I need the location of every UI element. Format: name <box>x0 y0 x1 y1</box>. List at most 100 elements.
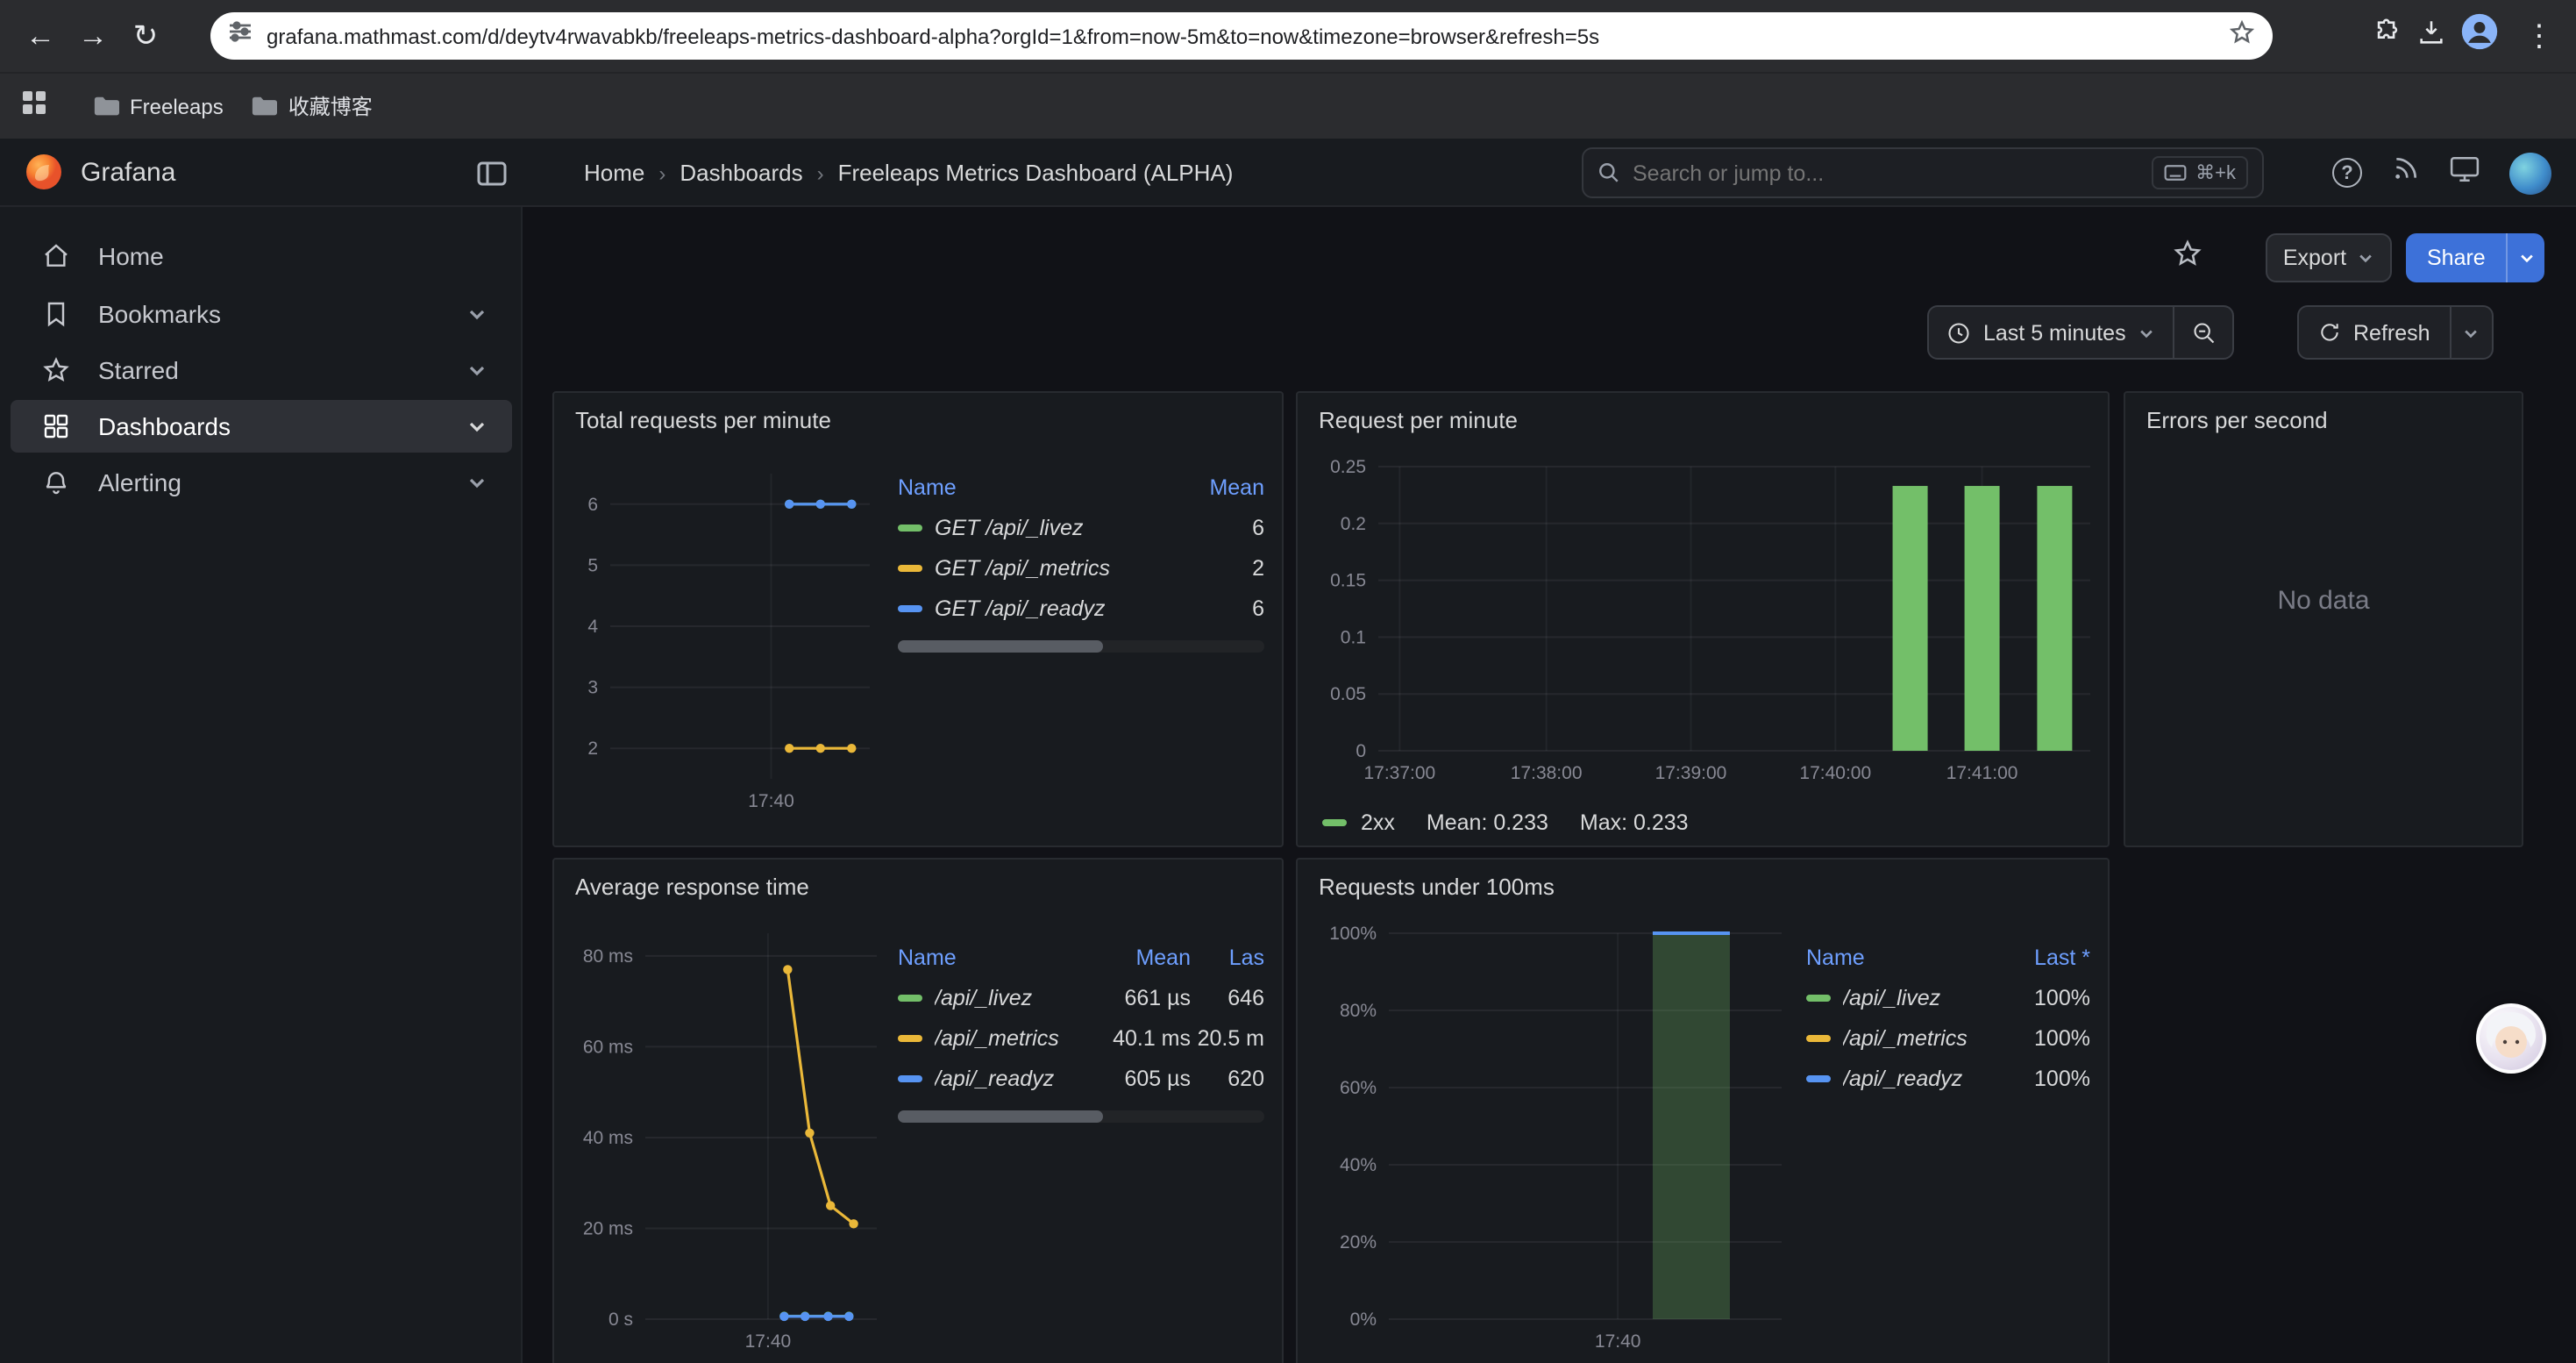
profile-avatar[interactable] <box>2460 12 2499 60</box>
download-icon[interactable] <box>2416 17 2446 55</box>
chevron-down-icon[interactable] <box>466 303 487 325</box>
breadcrumb-home[interactable]: Home <box>584 160 644 186</box>
favorite-star-icon[interactable] <box>2173 239 2202 277</box>
rss-icon[interactable] <box>2392 154 2420 191</box>
export-button[interactable]: Export <box>2266 233 2392 282</box>
legend-row[interactable]: /api/_readyz 100% <box>1806 1058 2090 1098</box>
series-swatch <box>898 524 922 531</box>
legend-header-name[interactable]: Name <box>1806 945 2006 969</box>
refresh-button-group: Refresh <box>2297 305 2494 360</box>
chevron-down-icon[interactable] <box>466 360 487 381</box>
search-input[interactable] <box>1633 161 2139 185</box>
legend-row[interactable]: GET /api/_readyz 6 <box>898 588 1264 628</box>
chevron-down-icon[interactable] <box>466 472 487 493</box>
legend-header-last[interactable]: Last * <box>2006 945 2090 969</box>
dashboards-icon <box>42 412 70 440</box>
panel-title[interactable]: Requests under 100ms <box>1319 874 1555 900</box>
panel-title[interactable]: Average response time <box>575 874 809 900</box>
help-icon[interactable]: ? <box>2332 158 2362 188</box>
panel-errors-per-second[interactable]: Errors per second No data <box>2124 391 2523 847</box>
user-avatar[interactable] <box>2509 152 2551 194</box>
browser-menu-icon[interactable]: ⋮ <box>2513 10 2565 62</box>
panel-requests-under-100ms[interactable]: Requests under 100ms 17:400%20%40%60%80%… <box>1296 858 2110 1363</box>
bookmark-star-icon[interactable] <box>2229 18 2255 54</box>
legend-inline[interactable]: 2xx Mean: 0.233 Max: 0.233 <box>1322 810 1689 835</box>
grafana-logo-icon <box>25 153 63 191</box>
floating-avatar[interactable] <box>2476 1003 2546 1074</box>
panel-request-per-minute[interactable]: Request per minute 17:37:0017:38:0017:39… <box>1296 391 2110 847</box>
legend-row[interactable]: /api/_readyz 605 µs 620 <box>898 1058 1264 1098</box>
brand[interactable]: Grafana <box>0 153 438 191</box>
refresh-interval-button[interactable] <box>2450 307 2492 358</box>
bookmark-freeleaps[interactable]: Freeleaps <box>79 87 238 125</box>
under-100ms-chart[interactable]: 17:400%20%40%60%80%100% <box>1308 923 1792 1363</box>
forward-icon[interactable]: → <box>67 10 119 62</box>
apps-grid-icon[interactable] <box>21 89 47 124</box>
keyboard-icon <box>2164 165 2187 181</box>
legend-row[interactable]: GET /api/_metrics 2 <box>898 547 1264 588</box>
series-swatch <box>1806 1034 1831 1041</box>
panel-total-requests[interactable]: Total requests per minute 17:4023456 Nam… <box>552 391 1284 847</box>
panel-avg-response-time[interactable]: Average response time 17:400 s20 ms40 ms… <box>552 858 1284 1363</box>
legend-table: Name Mean GET /api/_livez 6 GET /api/_me… <box>898 467 1264 653</box>
monitor-icon[interactable] <box>2450 155 2480 190</box>
sidebar-item-home[interactable]: Home <box>11 230 512 282</box>
panel-title[interactable]: Errors per second <box>2146 407 2328 433</box>
sidebar-item-starred[interactable]: Starred <box>11 344 512 396</box>
request-per-minute-chart[interactable]: 17:37:0017:38:0017:39:0017:40:0017:41:00… <box>1308 453 2101 796</box>
svg-text:60 ms: 60 ms <box>583 1037 633 1057</box>
avg-response-chart[interactable]: 17:400 s20 ms40 ms60 ms80 ms <box>565 923 884 1363</box>
legend-row[interactable]: /api/_metrics 40.1 ms 20.5 m <box>898 1017 1264 1058</box>
scrollbar-thumb[interactable] <box>898 1110 1103 1123</box>
legend-header-name[interactable]: Name <box>898 945 1082 969</box>
series-swatch <box>898 994 922 1001</box>
legend-header-last[interactable]: Las <box>1191 945 1264 969</box>
folder-icon <box>252 95 278 118</box>
svg-text:0%: 0% <box>1350 1309 1377 1330</box>
zoom-out-button[interactable] <box>2174 307 2233 358</box>
url-bar[interactable] <box>210 12 2273 60</box>
svg-text:0: 0 <box>1356 741 1366 761</box>
sidebar-item-alerting[interactable]: Alerting <box>11 456 512 509</box>
share-button[interactable]: Share <box>2406 233 2507 282</box>
panel-title[interactable]: Request per minute <box>1319 407 1518 433</box>
legend-row[interactable]: /api/_livez 661 µs 646 <box>898 977 1264 1017</box>
refresh-button[interactable]: Refresh <box>2299 307 2450 358</box>
legend-row[interactable]: /api/_metrics 100% <box>1806 1017 2090 1058</box>
series-swatch <box>1806 994 1831 1001</box>
panel-title[interactable]: Total requests per minute <box>575 407 831 433</box>
extensions-icon[interactable] <box>2373 17 2402 55</box>
svg-text:2: 2 <box>587 739 598 759</box>
legend-scrollbar[interactable] <box>898 1110 1264 1123</box>
legend-row[interactable]: /api/_livez 100% <box>1806 977 2090 1017</box>
legend-scrollbar[interactable] <box>898 640 1264 653</box>
breadcrumb-dashboards[interactable]: Dashboards <box>680 160 802 186</box>
site-settings-icon[interactable] <box>228 19 253 53</box>
back-icon[interactable]: ← <box>14 10 67 62</box>
no-data-message: No data <box>2125 586 2522 616</box>
zoom-out-icon <box>2192 320 2217 345</box>
share-menu-button[interactable] <box>2507 233 2545 282</box>
scrollbar-thumb[interactable] <box>898 640 1103 653</box>
series-swatch <box>898 1034 922 1041</box>
legend-max: Max: 0.233 <box>1580 810 1689 835</box>
svg-text:80%: 80% <box>1340 1001 1377 1021</box>
collapse-sidebar-icon[interactable] <box>470 153 512 195</box>
bookmark-blog[interactable]: 收藏博客 <box>238 84 387 128</box>
total-requests-chart[interactable]: 17:4023456 <box>565 460 880 824</box>
sidebar-item-dashboards[interactable]: Dashboards <box>11 400 512 453</box>
search-box[interactable]: ⌘+k <box>1582 147 2264 198</box>
legend-row[interactable]: GET /api/_livez 6 <box>898 507 1264 547</box>
legend-header-mean[interactable]: Mean <box>1082 945 1191 969</box>
url-input[interactable] <box>267 24 2229 48</box>
bookmark-label: 收藏博客 <box>288 91 373 121</box>
chevron-down-icon[interactable] <box>466 416 487 437</box>
sidebar-item-bookmarks[interactable]: Bookmarks <box>11 288 512 340</box>
bookmarks-bar: Freeleaps 收藏博客 <box>0 72 2576 139</box>
legend-header-mean[interactable]: Mean <box>1184 475 1264 499</box>
legend-header-name[interactable]: Name <box>898 475 1184 499</box>
svg-text:17:40: 17:40 <box>1595 1331 1641 1352</box>
time-range-button[interactable]: Last 5 minutes <box>1929 307 2174 358</box>
breadcrumb-current: Freeleaps Metrics Dashboard (ALPHA) <box>838 160 1234 186</box>
reload-icon[interactable]: ↻ <box>119 10 172 62</box>
